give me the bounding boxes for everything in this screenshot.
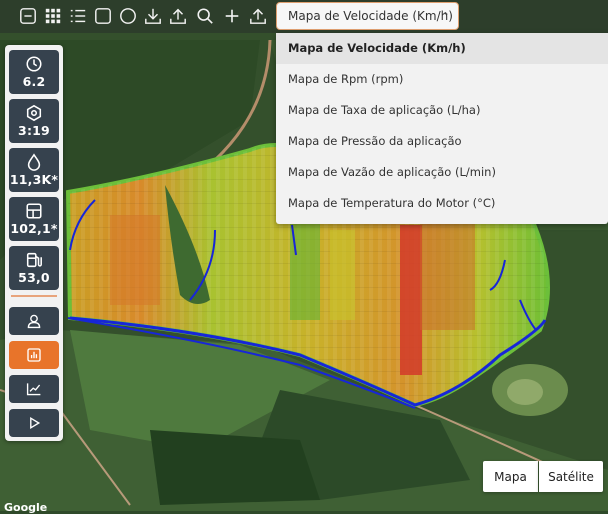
option-taxa-aplicacao[interactable]: Mapa de Taxa de aplicação (L/ha) bbox=[276, 95, 608, 126]
line-chart-button[interactable] bbox=[9, 375, 59, 403]
drop-icon bbox=[27, 153, 41, 171]
plus-icon[interactable] bbox=[221, 5, 243, 27]
grid-icon[interactable] bbox=[42, 5, 64, 27]
square-icon[interactable] bbox=[92, 5, 114, 27]
stat-value: 53,0 bbox=[18, 270, 50, 285]
stat-value: 102,1* bbox=[10, 221, 58, 236]
map-type-select[interactable]: Mapa de Velocidade (Km/h) ⌃ bbox=[276, 2, 459, 30]
chevron-up-icon: ⌃ bbox=[440, 10, 450, 23]
bar-chart-icon bbox=[27, 348, 41, 362]
play-icon bbox=[30, 416, 41, 430]
panel-divider bbox=[11, 295, 57, 297]
option-vazao-aplicacao[interactable]: Mapa de Vazão de aplicação (L/min) bbox=[276, 157, 608, 188]
hexagon-icon bbox=[26, 104, 42, 122]
upload-icon[interactable] bbox=[247, 5, 269, 27]
line-chart-icon bbox=[26, 383, 41, 396]
user-icon bbox=[27, 314, 41, 329]
fuel-icon bbox=[26, 252, 42, 268]
stat-area: 102,1* bbox=[9, 197, 59, 241]
stat-time: 3:19 bbox=[9, 99, 59, 143]
download-icon[interactable] bbox=[142, 5, 164, 27]
stat-value: 3:19 bbox=[18, 123, 50, 138]
top-toolbar: Mapa de Velocidade (Km/h) ⌃ bbox=[0, 0, 608, 33]
circle-icon[interactable] bbox=[117, 5, 139, 27]
google-attribution: Google bbox=[4, 501, 48, 514]
stat-fuel: 53,0 bbox=[9, 246, 59, 290]
option-rpm[interactable]: Mapa de Rpm (rpm) bbox=[276, 64, 608, 95]
list-icon[interactable] bbox=[67, 5, 89, 27]
play-button[interactable] bbox=[9, 409, 59, 437]
upload-icon[interactable] bbox=[167, 5, 189, 27]
stat-speed: 6.2 bbox=[9, 50, 59, 94]
clock-icon bbox=[26, 56, 42, 72]
map-select-value: Mapa de Velocidade (Km/h) bbox=[288, 9, 453, 23]
option-velocidade[interactable]: Mapa de Velocidade (Km/h) bbox=[276, 33, 608, 64]
stat-volume: 11,3K* bbox=[9, 148, 59, 192]
map-type-map-button[interactable]: Mapa bbox=[483, 461, 538, 492]
search-icon[interactable] bbox=[194, 5, 216, 27]
map-select-dropdown: Mapa de Velocidade (Km/h) Mapa de Rpm (r… bbox=[276, 33, 608, 224]
minus-square-icon[interactable] bbox=[17, 5, 39, 27]
map-type-satellite-button[interactable]: Satélite bbox=[539, 461, 603, 492]
operator-button[interactable] bbox=[9, 307, 59, 335]
stats-sidepanel: 6.2 3:19 11,3K* 102,1* 53,0 bbox=[5, 45, 63, 441]
area-icon bbox=[26, 203, 42, 219]
stat-value: 11,3K* bbox=[9, 172, 59, 187]
option-temperatura-motor[interactable]: Mapa de Temperatura do Motor (°C) bbox=[276, 188, 608, 219]
option-pressao-aplicacao[interactable]: Mapa de Pressão da aplicação bbox=[276, 126, 608, 157]
bar-chart-button[interactable] bbox=[9, 341, 59, 369]
stat-value: 6.2 bbox=[22, 74, 46, 89]
